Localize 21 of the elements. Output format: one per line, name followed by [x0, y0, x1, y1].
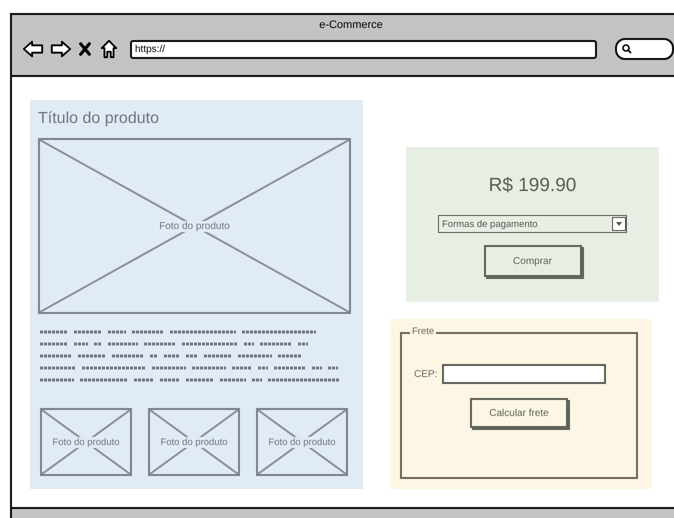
- buy-button[interactable]: Comprar: [484, 245, 582, 277]
- cep-label: CEP:: [414, 368, 438, 380]
- calculate-shipping-button[interactable]: Calcular frete: [470, 398, 568, 428]
- group-legend: Frete: [410, 326, 436, 337]
- price: R$ 199.90: [488, 175, 576, 197]
- payment-dropdown[interactable]: Formas de pagamento: [438, 215, 627, 233]
- search-field[interactable]: [615, 38, 674, 60]
- forward-icon[interactable]: [50, 39, 72, 59]
- close-icon[interactable]: [78, 41, 92, 57]
- image-caption: Foto do produto: [267, 436, 337, 448]
- search-icon: [622, 44, 632, 54]
- caret-icon: [612, 217, 626, 231]
- home-icon[interactable]: [98, 39, 120, 59]
- address-field[interactable]: https://: [130, 40, 597, 58]
- image-caption: Foto do produto: [51, 436, 121, 448]
- back-icon[interactable]: [22, 39, 44, 59]
- image-caption: Foto do produto: [158, 220, 231, 232]
- product-title: Título do produto: [38, 109, 160, 129]
- image-caption: Foto do produto: [159, 436, 229, 448]
- cep-field[interactable]: [442, 364, 606, 384]
- window-title: e-Commerce: [318, 19, 384, 33]
